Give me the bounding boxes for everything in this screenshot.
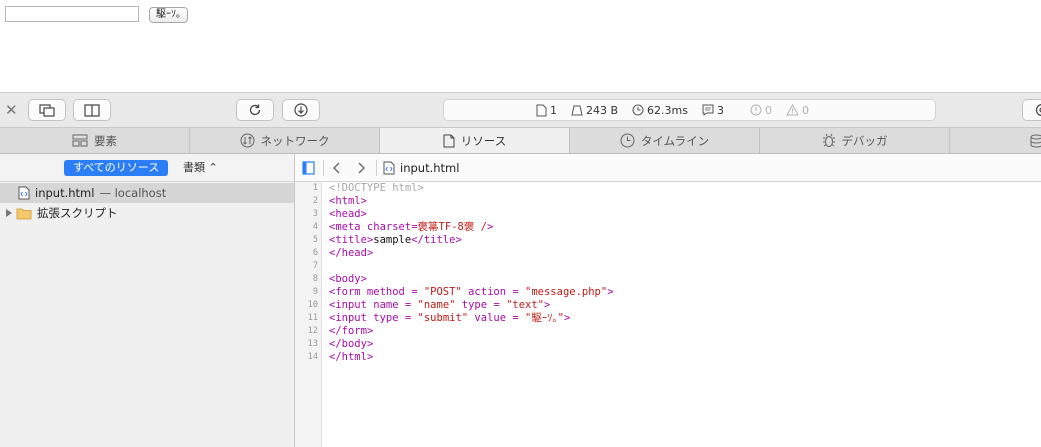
code-line: </head> <box>329 247 374 259</box>
timeline-icon <box>620 133 635 148</box>
divider <box>323 159 324 176</box>
page-submit-button[interactable]: 駆ｰｿ｡ <box>149 7 188 23</box>
tab-debugger[interactable]: デバッガ <box>760 128 950 153</box>
error-icon <box>750 104 762 116</box>
code-editor[interactable]: 1 2 3 4 5 6 7 8 9 10 11 12 13 14 <!DOCTYPE html> <html… <box>295 182 1041 447</box>
line-number-gutter: 1 2 3 4 5 6 7 8 9 10 11 12 13 14 <box>295 182 322 447</box>
code-line: <form method = "POST" action = "message.… <box>329 286 614 298</box>
log-count[interactable]: 3 <box>702 104 724 117</box>
error-count[interactable]: 0 <box>750 104 772 117</box>
code-line: <head> <box>329 208 367 220</box>
code-line: <!DOCTYPE html> <box>329 182 424 194</box>
resources-sidebar: すべてのリソース 書類 ⌃ input.html — localhost 拡張ス… <box>0 154 295 447</box>
warning-count[interactable]: 0 <box>786 104 809 117</box>
weight-icon <box>571 105 583 116</box>
debugger-icon <box>822 133 835 147</box>
line-number: 8 <box>312 274 318 284</box>
resource-filter-bar: すべてのリソース 書類 ⌃ <box>0 154 294 182</box>
transfer-size[interactable]: 243 B <box>571 104 618 117</box>
line-number: 10 <box>307 300 318 310</box>
tree-item-input-html[interactable]: input.html — localhost <box>0 183 294 203</box>
reload-icon <box>249 104 261 116</box>
tab-storage[interactable]: ス <box>950 128 1041 153</box>
resources-icon <box>443 134 455 147</box>
code-line: <input name = "name" type = "text"> <box>329 299 551 311</box>
line-number: 9 <box>312 287 318 297</box>
document-icon <box>536 104 547 116</box>
group-by-select[interactable]: 書類 ⌃ <box>183 160 218 176</box>
tree-item-extension-scripts[interactable]: 拡張スクリプト <box>0 203 294 223</box>
code-line: <meta charset=褒箒TF-8褒 /> <box>329 221 494 233</box>
code-line: </html> <box>329 351 374 363</box>
source-viewer: input.html 1 2 3 4 5 6 7 8 9 10 11 12 13 14 <!DOCTYPE… <box>295 154 1041 447</box>
page-text-input[interactable] <box>5 6 139 22</box>
line-number: 7 <box>312 261 318 271</box>
tab-timeline[interactable]: タイムライン <box>570 128 760 153</box>
tab-resources[interactable]: リソース <box>380 128 570 153</box>
line-number: 4 <box>312 222 318 232</box>
code-line: <body> <box>329 273 367 285</box>
line-number: 12 <box>307 326 318 336</box>
line-number: 6 <box>312 248 318 258</box>
clock-icon <box>632 104 644 116</box>
line-number: 1 <box>312 183 318 193</box>
source-code: <!DOCTYPE html> <html> <head> <meta charset… <box>329 182 614 364</box>
line-number: 11 <box>307 313 318 323</box>
divider <box>376 159 377 176</box>
console-icon <box>702 104 714 116</box>
line-number: 14 <box>307 352 318 362</box>
inspector-tabs: 要素 ネットワーク リソース タイムライン デバッガ ス <box>0 128 1041 154</box>
console-toggle-button[interactable] <box>1022 99 1041 121</box>
network-icon <box>240 133 254 148</box>
tab-elements[interactable]: 要素 <box>0 128 190 153</box>
settings-icon <box>1035 103 1041 117</box>
all-resources-button[interactable]: すべてのリソース <box>64 160 169 176</box>
line-number: 13 <box>307 339 318 349</box>
disclosure-triangle-icon[interactable] <box>6 209 12 217</box>
split-view-button[interactable] <box>73 99 111 121</box>
forward-icon[interactable] <box>356 161 366 175</box>
download-icon <box>294 103 308 117</box>
dock-button[interactable] <box>28 99 66 121</box>
back-icon[interactable] <box>332 161 342 175</box>
split-view-icon <box>84 103 100 117</box>
code-line: <html> <box>329 195 367 207</box>
elements-icon <box>72 134 88 147</box>
resource-count[interactable]: 1 <box>536 104 557 117</box>
reload-button[interactable] <box>236 99 274 121</box>
download-button[interactable] <box>282 99 320 121</box>
status-summary: 1 243 B 62.3ms 3 0 0 <box>443 99 936 121</box>
breadcrumb[interactable]: input.html <box>400 161 459 175</box>
line-number: 2 <box>312 196 318 206</box>
tab-network[interactable]: ネットワーク <box>190 128 380 153</box>
code-line: </form> <box>329 325 374 337</box>
load-time[interactable]: 62.3ms <box>632 104 688 117</box>
html-file-icon <box>18 186 30 200</box>
dock-icon <box>39 103 55 117</box>
close-icon[interactable]: ✕ <box>5 101 18 119</box>
code-line: <input type = "submit" value = "駆ｰｿ｡"> <box>329 312 571 324</box>
inspector-toolbar: ✕ 1 243 B 62.3ms 3 0 0 <box>0 92 1041 128</box>
line-number: 5 <box>312 235 318 245</box>
sidebar-toggle-icon[interactable] <box>302 160 315 175</box>
line-number: 3 <box>312 209 318 219</box>
warning-icon <box>786 104 799 116</box>
storage-icon <box>1030 134 1041 148</box>
code-line: <title>sample</title> <box>329 234 462 246</box>
code-line: </body> <box>329 338 374 350</box>
page-preview: 駆ｰｿ｡ <box>0 0 1041 92</box>
folder-icon <box>16 208 32 219</box>
navigation-bar: input.html <box>295 154 1041 182</box>
html-file-icon <box>383 161 395 174</box>
